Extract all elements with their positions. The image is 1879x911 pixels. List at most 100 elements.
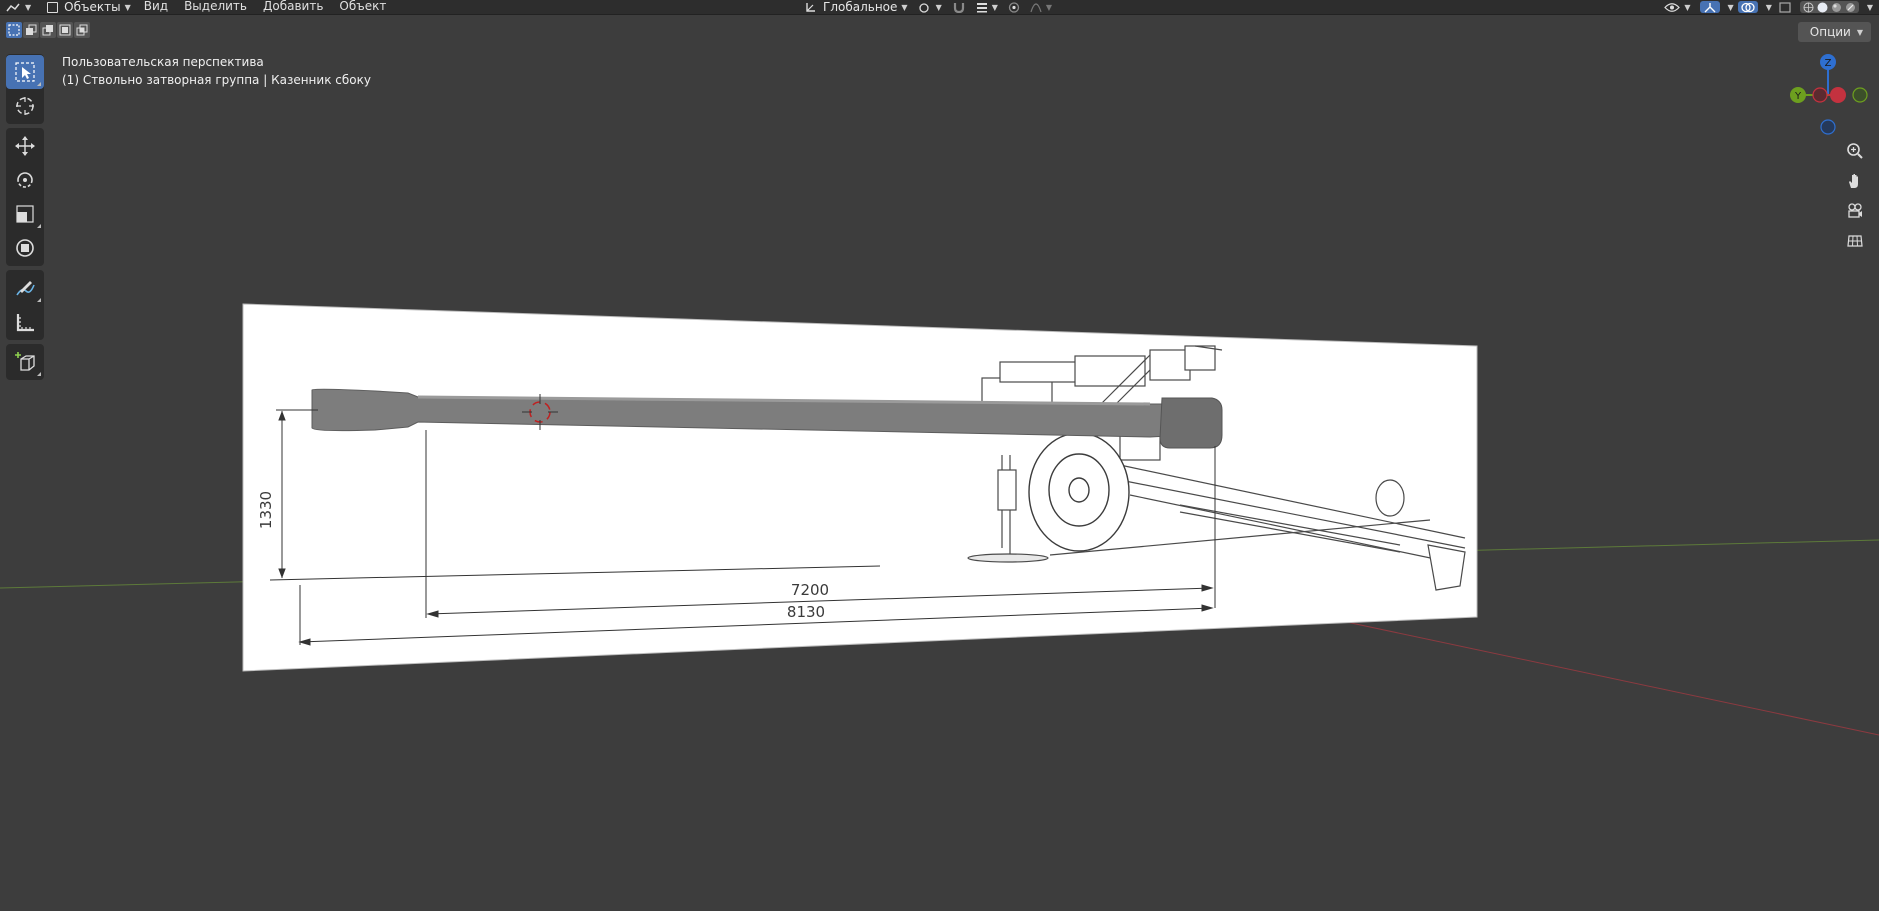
navigation-gizmo[interactable]: Y Z	[1775, 50, 1879, 140]
header-center-group: Глобальное ▼ ▼ ▼ ▼	[800, 0, 1057, 14]
select-intersect-button[interactable]	[74, 22, 90, 38]
gizmo-z-negative[interactable]	[1820, 119, 1836, 135]
chevron-down-icon: ▼	[1856, 27, 1863, 37]
hand-icon	[1849, 174, 1858, 188]
chevron-down-icon: ▼	[991, 2, 998, 12]
transform-icon	[16, 239, 34, 257]
ruler-icon	[16, 314, 34, 332]
orientation-label: Глобальное	[823, 0, 898, 14]
ortho-toggle-button[interactable]	[1840, 226, 1870, 256]
tool-shelf	[6, 54, 44, 384]
gizmo-z-label: Z	[1825, 58, 1832, 69]
dim-length-7200-label: 7200	[791, 581, 829, 599]
snap-increment-icon	[976, 2, 987, 12]
pivot-dropdown[interactable]: ▼	[913, 0, 947, 14]
zoom-button[interactable]	[1840, 136, 1870, 166]
falloff-dropdown[interactable]: ▼	[1025, 0, 1057, 14]
mode-dropdown[interactable]: Объекты ▼	[42, 0, 136, 14]
view-name-label: Пользовательская перспектива	[62, 55, 264, 69]
proportional-edit-toggle[interactable]	[1003, 0, 1025, 14]
gizmo-icon	[1704, 2, 1716, 12]
gizmo-x-negative[interactable]	[1812, 87, 1828, 103]
viewport-info: Пользовательская перспектива (1) Ствольн…	[62, 53, 371, 89]
solid-shading-icon[interactable]	[1817, 2, 1828, 13]
chevron-down-icon: ▼	[25, 2, 32, 12]
select-invert-icon	[59, 24, 71, 36]
reference-image-plane	[242, 303, 1478, 672]
select-subtract-icon	[42, 25, 53, 36]
chevron-down-icon: ▼	[124, 2, 131, 12]
overlays-icon	[1741, 2, 1755, 12]
gizmo-y-negative[interactable]	[1852, 87, 1868, 103]
gizmo-toggle[interactable]	[1699, 1, 1720, 13]
viewport-canvas[interactable]: 1330 7200 8130	[0, 0, 1879, 911]
select-extend-button[interactable]	[23, 22, 39, 38]
tool-group-transform	[6, 128, 44, 266]
visibility-dropdown[interactable]: ▼	[1659, 0, 1695, 14]
move-tool[interactable]	[6, 129, 44, 163]
orientation-icon	[806, 2, 815, 12]
chevron-down-icon[interactable]: ▼	[1867, 3, 1873, 12]
select-invert-button[interactable]	[57, 22, 73, 38]
rotate-tool[interactable]	[6, 163, 44, 197]
tool-group-add	[6, 344, 44, 380]
proportional-edit-icon	[1008, 1, 1020, 13]
overlays-toggle[interactable]	[1737, 1, 1758, 13]
scale-tool[interactable]	[6, 197, 44, 231]
gizmo-x-positive[interactable]	[1830, 87, 1846, 103]
zoom-icon	[1847, 143, 1863, 159]
dim-height-label: 1330	[257, 491, 275, 529]
dim-length-8130-label: 8130	[787, 603, 825, 621]
select-extend-icon	[26, 24, 37, 35]
menu-view[interactable]: Вид	[136, 0, 176, 14]
add-cube-tool[interactable]	[6, 345, 44, 379]
annotate-tool[interactable]	[6, 271, 44, 305]
falloff-icon	[1030, 2, 1042, 12]
selection-mode-group	[6, 22, 90, 38]
magnet-icon	[953, 2, 964, 13]
header-right-group: ▼ ▼ ▼ ▼	[1659, 0, 1873, 14]
xray-toggle[interactable]	[1774, 0, 1796, 14]
chevron-down-icon: ▼	[1045, 2, 1053, 12]
editor-type-button[interactable]: ▼	[0, 0, 36, 14]
cursor-icon	[16, 97, 34, 115]
move-icon	[15, 136, 35, 156]
pivot-icon	[918, 2, 929, 13]
grid-icon	[1847, 235, 1863, 247]
camera-view-button[interactable]	[1840, 196, 1870, 226]
cursor-tool[interactable]	[6, 89, 44, 123]
mode-label: Объекты	[64, 0, 121, 14]
select-new-button[interactable]	[6, 22, 22, 38]
chevron-down-icon: ▼	[901, 2, 908, 12]
gizmo-y-label: Y	[1794, 91, 1802, 102]
select-intersect-icon	[76, 24, 88, 36]
annotate-icon	[16, 281, 35, 296]
object-mode-icon	[47, 1, 59, 13]
pan-button[interactable]	[1840, 166, 1870, 196]
measure-tool[interactable]	[6, 305, 44, 339]
wheel-drawing	[1028, 432, 1130, 552]
select-subtract-button[interactable]	[40, 22, 56, 38]
chevron-down-icon[interactable]: ▼	[1728, 3, 1734, 12]
menu-object[interactable]: Объект	[331, 0, 394, 14]
wireframe-shading-icon[interactable]	[1803, 2, 1814, 13]
snap-toggle[interactable]	[947, 0, 971, 14]
chevron-down-icon[interactable]: ▼	[1766, 3, 1772, 12]
options-label: Опции	[1809, 25, 1851, 39]
transform-tool[interactable]	[6, 231, 44, 265]
rotate-icon	[17, 172, 33, 188]
menu-add[interactable]: Добавить	[255, 0, 331, 14]
editor-type-icon	[6, 3, 20, 11]
active-object-label: (1) Ствольно затворная группа | Казенник…	[62, 73, 371, 87]
camera-icon	[1848, 203, 1862, 218]
material-shading-icon[interactable]	[1831, 2, 1842, 13]
options-dropdown[interactable]: Опции ▼	[1797, 22, 1871, 42]
scale-icon	[16, 205, 34, 223]
orientation-dropdown[interactable]: Глобальное ▼	[800, 0, 913, 14]
rendered-shading-icon[interactable]	[1845, 2, 1856, 13]
snap-target-dropdown[interactable]: ▼	[971, 0, 1003, 14]
add-cube-icon	[15, 352, 35, 371]
menu-select[interactable]: Выделить	[176, 0, 255, 14]
select-box-tool[interactable]	[6, 55, 44, 89]
tool-group-annotate	[6, 270, 44, 340]
